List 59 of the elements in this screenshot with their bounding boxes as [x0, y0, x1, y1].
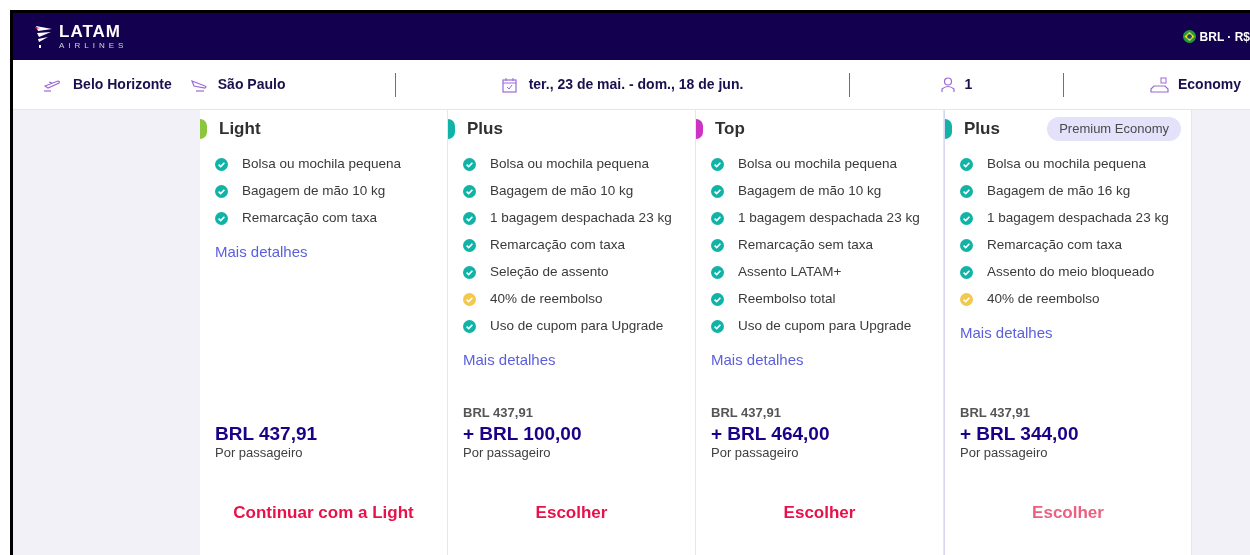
feature-text: Remarcação com taxa	[490, 237, 626, 252]
logo-wordmark: LATAM	[59, 23, 122, 40]
base-price: BRL 437,91	[711, 404, 781, 422]
feature-text: 1 bagagem despachada 23 kg	[987, 210, 1169, 225]
per-passenger-label: Por passageiro	[711, 444, 799, 460]
details-link[interactable]: Mais detalhes	[711, 349, 804, 372]
feature-text: Bagagem de mão 16 kg	[987, 183, 1131, 198]
landing-icon	[189, 77, 208, 92]
feature-text: Bolsa ou mochila pequena	[987, 156, 1147, 171]
fare-price: + BRL 344,00	[960, 422, 1079, 445]
details-link[interactable]: Mais detalhes	[215, 241, 308, 264]
feature-text: Uso de cupom para Upgrade	[738, 318, 912, 333]
feature-text: Assento do meio bloqueado	[987, 264, 1155, 279]
feature-text: Remarcação sem taxa	[738, 237, 874, 252]
feature-text: 1 bagagem despachada 23 kg	[490, 210, 672, 225]
base-price: BRL 437,91	[463, 404, 533, 422]
logo-icon	[35, 23, 53, 50]
select-fare-button[interactable]: Escolher	[773, 495, 866, 529]
feature-text: Bagagem de mão 10 kg	[490, 183, 634, 198]
select-fare-button[interactable]: Continuar com a Light	[223, 495, 424, 529]
route-selector[interactable]: Belo Horizonte São Paulo	[13, 74, 395, 95]
fare-price: BRL 437,91	[215, 422, 318, 445]
cabin-selector[interactable]: Economy	[1064, 74, 1241, 95]
feature-text: Bolsa ou mochila pequena	[738, 156, 898, 171]
fare-price: + BRL 100,00	[463, 422, 582, 445]
calendar-icon	[501, 76, 517, 93]
fare-price: + BRL 464,00	[711, 422, 830, 445]
person-icon	[940, 76, 955, 93]
select-fare-button[interactable]: Escolher	[525, 495, 618, 529]
feature-text: Bagagem de mão 10 kg	[242, 183, 386, 198]
fare-name: Light	[219, 118, 261, 141]
feature-text: Remarcação com taxa	[242, 210, 378, 225]
date-selector[interactable]: ter., 23 de mai. - dom., 18 de jun.	[396, 74, 849, 95]
feature-text: Uso de cupom para Upgrade	[490, 318, 664, 333]
feature-text: 40% de reembolso	[490, 291, 603, 306]
feature-text: Reembolso total	[738, 291, 836, 306]
feature-text: Bolsa ou mochila pequena	[490, 156, 650, 171]
feature-text: Seleção de assento	[490, 264, 609, 279]
details-link[interactable]: Mais detalhes	[463, 349, 556, 372]
feature-text: 40% de reembolso	[987, 291, 1100, 306]
flag-icon	[1182, 30, 1196, 43]
passenger-selector[interactable]: 1	[850, 74, 1063, 95]
feature-text: 1 bagagem despachada 23 kg	[738, 210, 920, 225]
feature-text: Assento LATAM+	[738, 264, 842, 279]
per-passenger-label: Por passageiro	[463, 444, 551, 460]
feature-text: Remarcação com taxa	[987, 237, 1123, 252]
fare-name: Plus	[467, 118, 503, 141]
fare-name: Plus	[964, 118, 1000, 141]
per-passenger-label: Por passageiro	[215, 444, 303, 460]
seat-icon	[1150, 76, 1170, 93]
fare-name: Top	[715, 118, 745, 141]
cabin-badge: Premium Economy	[1047, 117, 1181, 141]
currency-selector[interactable]: BRL · R$	[1182, 27, 1250, 46]
per-passenger-label: Por passageiro	[960, 444, 1048, 460]
takeoff-icon	[43, 77, 61, 92]
base-price: BRL 437,91	[960, 404, 1030, 422]
feature-text: Bagagem de mão 10 kg	[738, 183, 882, 198]
feature-text: Bolsa ou mochila pequena	[242, 156, 402, 171]
logo-subtitle: AIRLINES	[59, 42, 128, 50]
